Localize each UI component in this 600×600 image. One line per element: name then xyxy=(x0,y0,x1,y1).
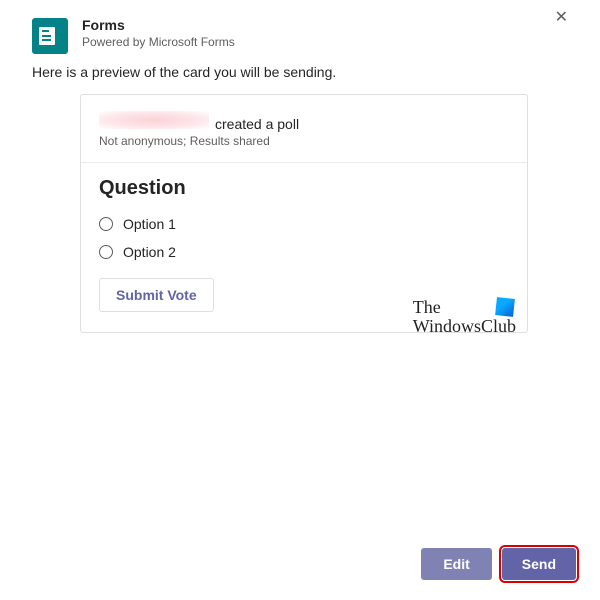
app-subtitle: Powered by Microsoft Forms xyxy=(82,35,535,49)
poll-option-1[interactable]: Option 1 xyxy=(99,210,509,238)
app-title: Forms xyxy=(82,16,535,34)
submit-vote-button[interactable]: Submit Vote xyxy=(99,278,214,312)
dialog-header: Forms Powered by Microsoft Forms ✕ xyxy=(0,0,600,62)
poll-option-label: Option 1 xyxy=(123,216,176,232)
poll-option-label: Option 2 xyxy=(123,244,176,260)
card-divider xyxy=(81,162,527,163)
radio-icon xyxy=(99,245,113,259)
forms-app-icon xyxy=(32,18,68,54)
poll-meta-text: Not anonymous; Results shared xyxy=(99,134,509,148)
created-poll-text: created a poll xyxy=(215,116,299,132)
poll-question: Question xyxy=(99,177,509,200)
preview-description: Here is a preview of the card you will b… xyxy=(0,62,600,94)
poll-preview-card: created a poll Not anonymous; Results sh… xyxy=(80,94,528,333)
header-text-block: Forms Powered by Microsoft Forms xyxy=(82,16,535,49)
author-name-redacted xyxy=(99,111,209,129)
radio-icon xyxy=(99,217,113,231)
poll-option-2[interactable]: Option 2 xyxy=(99,238,509,266)
edit-button[interactable]: Edit xyxy=(421,548,491,580)
close-icon[interactable]: ✕ xyxy=(549,8,574,28)
card-author-row: created a poll xyxy=(99,111,509,132)
dialog-footer: Edit Send xyxy=(421,548,576,580)
send-button[interactable]: Send xyxy=(502,548,576,580)
